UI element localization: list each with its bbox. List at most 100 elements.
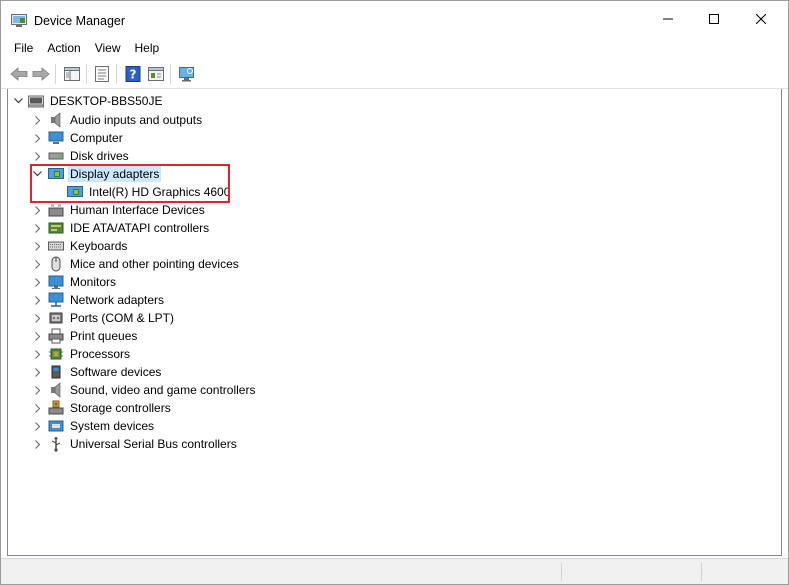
device-tree[interactable]: DESKTOP-BBS50JE Audio inputs and outputs… [7, 89, 782, 556]
chevron-right-icon [35, 205, 41, 215]
minimize-icon [663, 18, 673, 20]
tree-root-label[interactable]: DESKTOP-BBS50JE [48, 93, 165, 109]
computer-root-icon [28, 95, 44, 108]
expand-chevron-network-adapters[interactable] [33, 295, 43, 305]
maximize-icon [709, 14, 719, 24]
expand-chevron-monitors[interactable] [33, 277, 43, 287]
expand-chevron-ports-com-lpt[interactable] [33, 313, 43, 323]
help-button[interactable]: ? [123, 65, 143, 83]
printer-icon [48, 328, 64, 344]
ide-controller-icon [48, 222, 64, 234]
processor-icon [49, 348, 63, 360]
keyboard-icon [48, 241, 64, 251]
chevron-right-icon [35, 241, 41, 251]
status-cell [701, 563, 702, 581]
properties-icon [95, 66, 109, 82]
tree-item-processors[interactable]: Processors [68, 346, 132, 362]
root-collapse-chevron[interactable] [13, 96, 23, 106]
toolbar-separator [116, 64, 117, 84]
toolbar-separator [55, 64, 56, 84]
expand-chevron-human-interface-devices[interactable] [33, 205, 43, 215]
tree-item-storage-controllers[interactable]: Storage controllers [68, 400, 173, 416]
menu-view[interactable]: View [88, 38, 128, 58]
forward-button[interactable] [31, 65, 51, 83]
menu-action[interactable]: Action [40, 38, 87, 58]
port-icon [49, 312, 63, 324]
tree-item-ide-ata-atapi-controllers[interactable]: IDE ATA/ATAPI controllers [68, 220, 211, 236]
back-arrow-icon [10, 67, 28, 81]
toolbar: ? [1, 60, 788, 89]
speaker-icon [51, 112, 61, 128]
tree-item-network-adapters[interactable]: Network adapters [68, 292, 166, 308]
expand-chevron-print-queues[interactable] [33, 331, 43, 341]
status-cell [561, 563, 562, 581]
sound-icon [51, 382, 61, 398]
chevron-right-icon [35, 421, 41, 431]
action-pane-icon [148, 67, 164, 81]
expand-chevron-software-devices[interactable] [33, 367, 43, 377]
tree-item-print-queues[interactable]: Print queues [68, 328, 139, 344]
chevron-right-icon [35, 151, 41, 161]
console-tree-icon [64, 67, 80, 81]
title-bar: Device Manager [1, 1, 788, 37]
chevron-right-icon [35, 313, 41, 323]
network-adapter-icon [48, 292, 64, 307]
tree-item-keyboards[interactable]: Keyboards [68, 238, 129, 254]
expand-chevron-universal-serial-bus-controllers[interactable] [33, 439, 43, 449]
expand-chevron-audio-inputs-and-outputs[interactable] [33, 115, 43, 125]
tree-item-human-interface-devices[interactable]: Human Interface Devices [68, 202, 207, 218]
mouse-icon [51, 256, 61, 272]
back-button[interactable] [9, 65, 29, 83]
window-title: Device Manager [34, 14, 126, 28]
expand-chevron-disk-drives[interactable] [33, 151, 43, 161]
system-device-icon [48, 420, 64, 432]
expand-chevron-computer[interactable] [33, 133, 43, 143]
computer-icon [48, 131, 64, 144]
disk-drive-icon [48, 152, 64, 160]
chevron-right-icon [35, 133, 41, 143]
expand-chevron-processors[interactable] [33, 349, 43, 359]
close-button[interactable] [738, 1, 784, 37]
tree-item-software-devices[interactable]: Software devices [68, 364, 163, 380]
software-device-icon [51, 365, 61, 379]
chevron-right-icon [35, 403, 41, 413]
expand-chevron-sound-video-and-game-controllers[interactable] [33, 385, 43, 395]
tree-item-ports-com-lpt[interactable]: Ports (COM & LPT) [68, 310, 176, 326]
device-manager-window: Device Manager File Action View Help ? D… [0, 0, 789, 585]
usb-icon [51, 436, 61, 452]
tree-item-sound-video-and-game-controllers[interactable]: Sound, video and game controllers [68, 382, 257, 398]
show-hide-console-tree-button[interactable] [62, 65, 82, 83]
minimize-button[interactable] [645, 1, 691, 37]
toolbar-separator [86, 64, 87, 84]
tree-item-universal-serial-bus-controllers[interactable]: Universal Serial Bus controllers [68, 436, 239, 452]
expand-chevron-system-devices[interactable] [33, 421, 43, 431]
chevron-right-icon [35, 349, 41, 359]
chevron-right-icon [35, 295, 41, 305]
tree-item-audio-inputs-and-outputs[interactable]: Audio inputs and outputs [68, 112, 204, 128]
expand-chevron-mice-and-other-pointing-devices[interactable] [33, 259, 43, 269]
properties-button[interactable] [92, 65, 112, 83]
hid-icon [48, 204, 64, 217]
tree-item-disk-drives[interactable]: Disk drives [68, 148, 131, 164]
expand-chevron-ide-ata-atapi-controllers[interactable] [33, 223, 43, 233]
tree-item-mice-and-other-pointing-devices[interactable]: Mice and other pointing devices [68, 256, 241, 272]
action-pane-button[interactable] [146, 65, 166, 83]
chevron-right-icon [35, 385, 41, 395]
tree-item-system-devices[interactable]: System devices [68, 418, 156, 434]
storage-controller-icon [48, 400, 64, 415]
chevron-down-icon [13, 98, 23, 104]
device-manager-icon [11, 14, 27, 27]
close-icon [756, 14, 766, 24]
chevron-right-icon [35, 439, 41, 449]
chevron-right-icon [35, 277, 41, 287]
toolbar-separator [170, 64, 171, 84]
expand-chevron-keyboards[interactable] [33, 241, 43, 251]
scan-hardware-button[interactable] [177, 65, 197, 83]
maximize-button[interactable] [691, 1, 737, 37]
menu-file[interactable]: File [1, 38, 40, 58]
menu-help[interactable]: Help [128, 38, 167, 58]
tree-item-computer[interactable]: Computer [68, 130, 125, 146]
tree-item-monitors[interactable]: Monitors [68, 274, 118, 290]
expand-chevron-storage-controllers[interactable] [33, 403, 43, 413]
status-bar [1, 558, 788, 584]
